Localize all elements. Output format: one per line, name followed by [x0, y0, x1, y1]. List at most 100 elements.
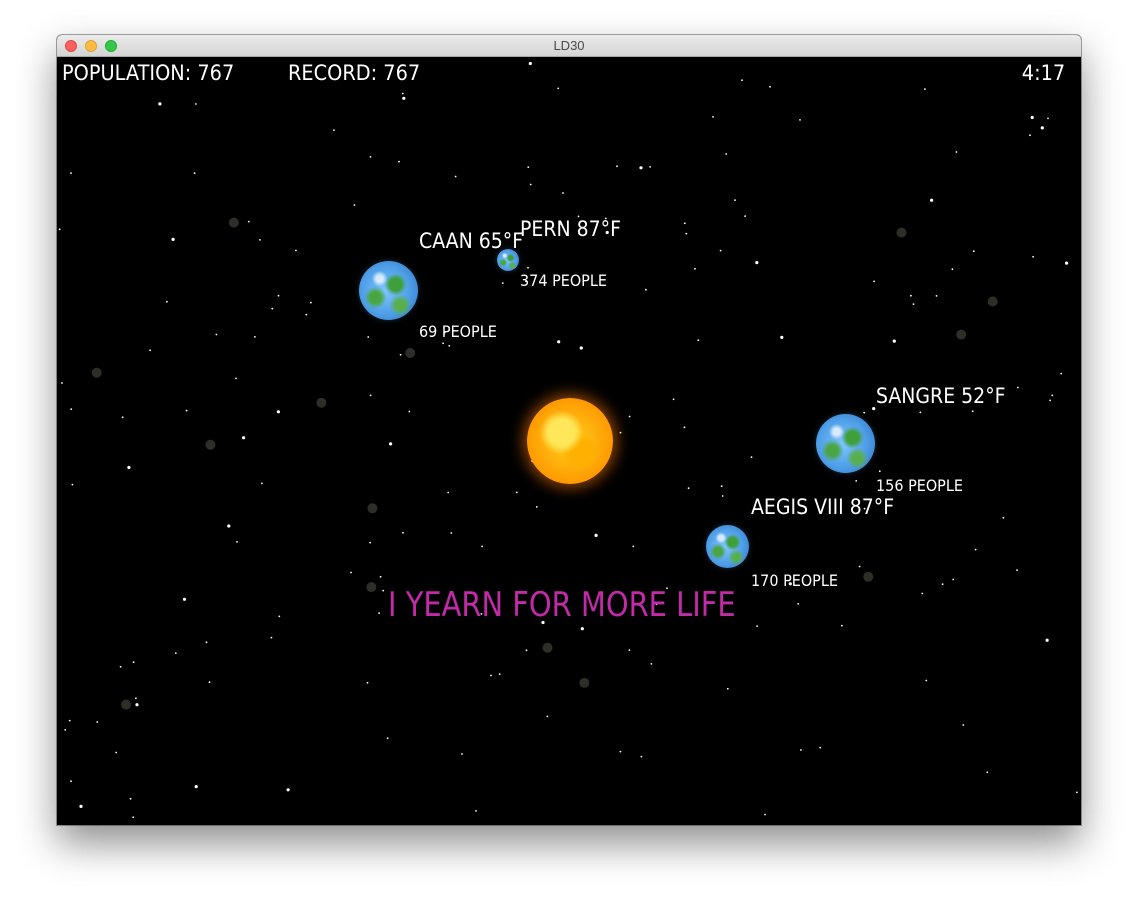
- star: [951, 268, 954, 271]
- star: [616, 165, 618, 168]
- star: [800, 749, 802, 751]
- planet-aegis-viii[interactable]: [706, 525, 749, 568]
- star: [276, 410, 280, 414]
- star-glow: [863, 571, 874, 582]
- star-glow: [405, 348, 416, 358]
- star: [353, 204, 356, 206]
- star: [971, 410, 974, 413]
- star: [71, 483, 74, 486]
- star: [127, 465, 131, 470]
- planet-pern[interactable]: [497, 249, 519, 271]
- game-canvas[interactable]: POPULATION: 767 RECORD: 767 4:17 CAAN 65…: [57, 57, 1081, 825]
- star: [750, 456, 753, 458]
- star: [481, 545, 483, 548]
- star: [166, 300, 168, 303]
- star: [855, 480, 858, 482]
- star: [799, 119, 801, 121]
- star-glow: [121, 699, 131, 710]
- star: [70, 408, 73, 410]
- star: [132, 816, 135, 819]
- star: [149, 349, 151, 352]
- star: [628, 415, 631, 418]
- star: [528, 61, 532, 66]
- star: [1029, 134, 1031, 137]
- star: [402, 96, 406, 100]
- planet-sangre[interactable]: [816, 414, 875, 473]
- star: [295, 249, 297, 252]
- star: [726, 687, 729, 690]
- star: [378, 612, 380, 614]
- star: [182, 597, 187, 601]
- star: [764, 813, 766, 816]
- star: [68, 719, 71, 722]
- star: [1076, 791, 1078, 794]
- star: [974, 548, 977, 551]
- title-bar[interactable]: LD30: [57, 35, 1081, 57]
- star: [525, 649, 528, 652]
- star: [712, 116, 714, 118]
- star: [174, 652, 177, 654]
- star: [986, 771, 989, 774]
- star: [402, 531, 404, 534]
- star: [741, 79, 743, 82]
- star: [1060, 372, 1063, 375]
- star: [386, 737, 389, 740]
- planet-aegis-viii-people: 170 PEOPLE: [751, 571, 838, 590]
- star-glow: [205, 439, 216, 450]
- star: [305, 313, 308, 316]
- star: [135, 697, 137, 700]
- star: [721, 495, 724, 497]
- star: [442, 342, 444, 345]
- star: [61, 382, 63, 384]
- star: [70, 780, 72, 783]
- star: [1047, 117, 1049, 120]
- record-counter: RECORD: 767: [288, 61, 421, 85]
- star: [873, 280, 875, 283]
- star: [1045, 638, 1049, 642]
- star: [645, 288, 647, 291]
- star: [379, 575, 382, 578]
- star-glow: [316, 397, 327, 408]
- star: [369, 394, 372, 397]
- star: [756, 625, 758, 627]
- star: [858, 565, 861, 568]
- star: [529, 183, 532, 186]
- star: [769, 85, 771, 88]
- star: [121, 416, 124, 419]
- window-title: LD30: [553, 38, 585, 53]
- star: [215, 333, 218, 336]
- star: [580, 627, 584, 631]
- star: [819, 746, 822, 749]
- star-glow: [91, 367, 102, 378]
- star: [952, 578, 955, 581]
- star: [1049, 399, 1051, 402]
- sun[interactable]: [527, 398, 613, 484]
- star: [780, 335, 784, 339]
- star: [935, 295, 938, 297]
- star: [797, 603, 800, 605]
- star: [557, 87, 560, 90]
- star: [490, 674, 492, 677]
- game-window: LD30 POPULATION: 767 RECORD: 767 4:17 CA…: [57, 35, 1081, 825]
- star: [919, 411, 922, 414]
- star: [562, 192, 564, 194]
- star: [697, 339, 700, 342]
- star: [498, 673, 501, 675]
- star: [672, 398, 675, 401]
- star: [1002, 516, 1005, 519]
- star: [755, 261, 759, 265]
- star: [1017, 386, 1019, 389]
- star: [640, 755, 643, 758]
- star: [725, 153, 728, 155]
- star: [535, 506, 538, 508]
- star: [367, 336, 370, 338]
- star: [171, 237, 175, 241]
- planet-sangre-people: 156 PEOPLE: [876, 476, 963, 495]
- star: [369, 541, 371, 544]
- planet-sangre-name: SANGRE 52°F: [876, 384, 1006, 408]
- star: [79, 804, 83, 809]
- star: [254, 336, 256, 338]
- star: [921, 592, 924, 595]
- planet-caan[interactable]: [359, 261, 418, 320]
- star: [649, 166, 651, 168]
